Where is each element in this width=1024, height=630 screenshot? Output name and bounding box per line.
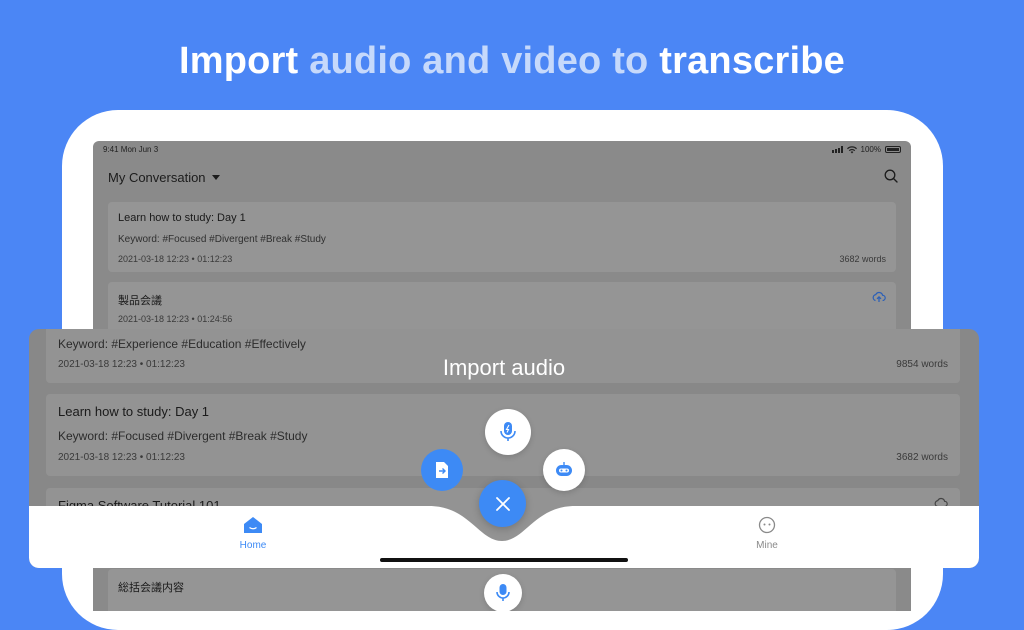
tab-home-label: Home <box>239 540 267 551</box>
status-bar: 9:41 Mon Jun 3 100% <box>93 141 911 159</box>
status-right: 100% <box>831 145 901 154</box>
tab-home[interactable]: Home <box>213 516 293 551</box>
search-button[interactable] <box>884 169 898 188</box>
item-word-count: 3682 words <box>896 452 948 463</box>
headline-word-import: Import <box>179 40 299 82</box>
headline: Import audio and video to transcribe <box>0 40 1024 83</box>
item-date: 2021-03-18 12:23 • 01:24:56 <box>118 314 233 324</box>
top-bar: My Conversation <box>108 169 898 193</box>
item-title: Learn how to study: Day 1 <box>118 212 246 224</box>
ai-assistant-button[interactable] <box>543 449 585 491</box>
close-icon <box>495 496 510 511</box>
caret-down-icon <box>211 175 220 180</box>
status-time: 9:41 Mon Jun 3 <box>103 145 159 154</box>
robot-icon <box>556 462 572 476</box>
file-import-icon <box>436 462 448 478</box>
item-keywords: Keyword: #Experience #Education #Effecti… <box>58 337 306 351</box>
item-title: 製品会議 <box>118 295 162 307</box>
item-word-count: 3682 words <box>839 254 886 264</box>
home-indicator <box>380 558 628 562</box>
microphone-icon <box>500 422 516 441</box>
profile-icon <box>758 516 776 534</box>
list-item[interactable]: Learn how to study: Day 1 Keyword: #Focu… <box>108 202 896 272</box>
battery-icon <box>885 146 901 153</box>
import-overlay: Keyword: #Experience #Education #Effecti… <box>29 329 979 568</box>
headline-word-video: video to <box>501 40 649 82</box>
wifi-icon <box>846 145 857 153</box>
signal-icon <box>831 146 843 153</box>
home-icon <box>244 517 262 533</box>
headline-word-transcribe: transcribe <box>659 40 845 82</box>
item-title: 総括会議内容 <box>118 582 184 594</box>
import-file-button[interactable] <box>421 449 463 491</box>
item-date: 2021-03-18 12:23 • 01:12:23 <box>118 254 233 264</box>
cloud-upload-icon[interactable] <box>872 291 886 303</box>
headline-word-audio: audio and <box>309 40 502 82</box>
battery-percent: 100% <box>860 145 881 154</box>
tab-mine[interactable]: Mine <box>727 516 807 551</box>
item-keywords: Keyword: #Focused #Divergent #Break #Stu… <box>58 429 308 443</box>
item-title: Learn how to study: Day 1 <box>58 404 210 419</box>
item-date: 2021-03-18 12:23 • 01:12:23 <box>58 452 185 463</box>
item-keywords: Keyword: #Focused #Divergent #Break #Stu… <box>118 234 326 245</box>
record-button-peek <box>484 574 522 611</box>
conversation-dropdown[interactable]: My Conversation <box>108 170 220 185</box>
microphone-icon <box>496 584 510 601</box>
search-icon <box>884 169 898 183</box>
close-overlay-button[interactable] <box>479 480 526 527</box>
page-title: My Conversation <box>108 170 206 185</box>
tab-mine-label: Mine <box>756 540 778 551</box>
record-audio-button[interactable] <box>485 409 531 455</box>
overlay-title: Import audio <box>442 355 566 380</box>
